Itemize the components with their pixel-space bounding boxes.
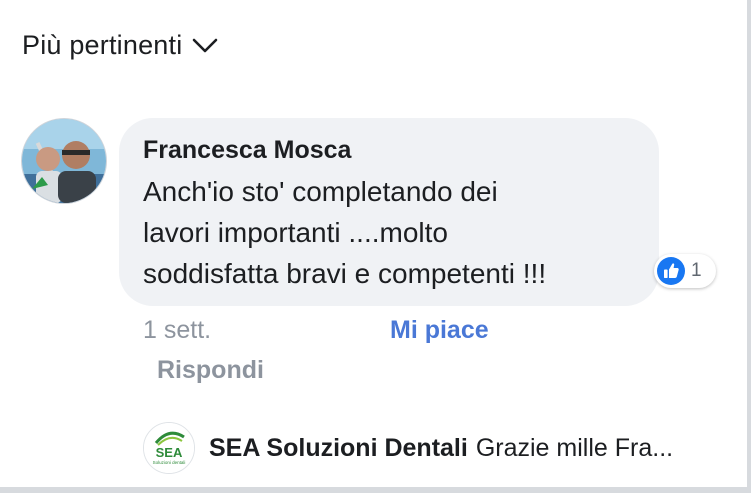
sea-logo-icon: SEA Soluzioni dentali xyxy=(144,423,194,473)
reply-text: Grazie mille Fra... xyxy=(475,433,674,462)
sort-dropdown[interactable]: Più pertinenti xyxy=(22,30,218,61)
reply-preview[interactable]: SEA Soluzioni dentali SEA Soluzioni Dent… xyxy=(143,422,673,474)
comment-timestamp[interactable]: 1 sett. xyxy=(143,316,211,345)
sort-label: Più pertinenti xyxy=(22,30,183,60)
page-edge-right xyxy=(747,0,751,493)
page-edge-bottom xyxy=(0,487,751,493)
comment-text: Anch'io sto' completando dei lavori impo… xyxy=(143,171,643,294)
reply-author[interactable]: SEA Soluzioni Dentali xyxy=(209,434,468,463)
reply-button[interactable]: Rispondi xyxy=(157,356,264,385)
comment-bubble: Francesca Mosca Anch'io sto' completando… xyxy=(119,118,659,306)
commenter-avatar[interactable] xyxy=(21,118,107,204)
reaction-summary[interactable]: 1 xyxy=(654,254,716,288)
like-button[interactable]: Mi piace xyxy=(390,316,489,345)
like-thumb-icon xyxy=(657,257,685,285)
sea-logo-text: SEA xyxy=(156,445,183,460)
reaction-count: 1 xyxy=(691,260,702,281)
sea-logo-subtext: Soluzioni dentali xyxy=(153,460,186,465)
comment-author[interactable]: Francesca Mosca xyxy=(143,136,635,165)
comment-text-line: lavori importanti ....molto xyxy=(143,217,448,248)
comment-text-line: soddisfatta bravi e competenti !!! xyxy=(143,258,547,289)
avatar-photo xyxy=(22,119,106,203)
sea-logo-avatar[interactable]: SEA Soluzioni dentali xyxy=(143,422,195,474)
chevron-down-icon xyxy=(193,38,218,52)
comment-text-line: Anch'io sto' completando dei xyxy=(143,176,498,207)
